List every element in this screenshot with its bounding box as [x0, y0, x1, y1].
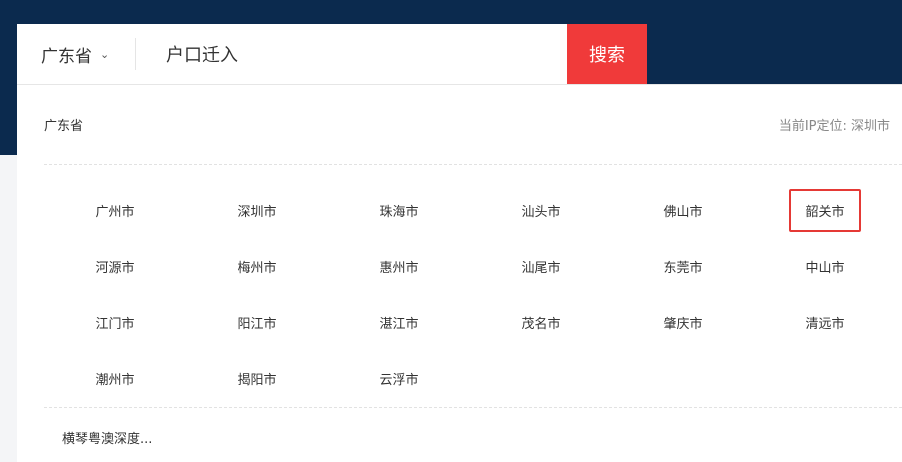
city-dropdown: 广东省 当前IP定位: 深圳市 广州市 深圳市 珠海市 汕头市 佛山市 韶关市河源市 梅州市… [17, 84, 902, 462]
divider [135, 38, 136, 70]
city-label: 湛江市 [379, 316, 419, 332]
city-label: 肇庆市 [663, 316, 703, 332]
city-item[interactable]: 中山市 [754, 238, 896, 294]
city-item[interactable]: 惠州市 [328, 238, 470, 294]
city-item[interactable]: 云浮市 [328, 350, 470, 406]
city-item[interactable]: 清远市 [754, 294, 896, 350]
city-item[interactable]: 茂名市 [470, 294, 612, 350]
city-label: 汕尾市 [521, 260, 561, 276]
city-item[interactable]: 阳江市 [186, 294, 328, 350]
city-item[interactable]: 广州市 [44, 182, 186, 238]
dropdown-header: 广东省 当前IP定位: 深圳市 [44, 85, 902, 165]
chevron-down-icon: ⌄ [100, 47, 110, 61]
search-bar: 广东省 ⌄ [17, 24, 567, 84]
search-button[interactable]: 搜索 [567, 24, 647, 84]
province-select[interactable]: 广东省 ⌄ [17, 42, 135, 67]
special-region-label: 横琴粤澳深度... [62, 432, 153, 447]
city-item[interactable]: 东莞市 [612, 238, 754, 294]
city-label: 茂名市 [521, 316, 561, 332]
city-label: 惠州市 [379, 260, 419, 276]
city-label: 揭阳市 [237, 372, 277, 388]
city-label: 东莞市 [663, 260, 703, 276]
city-label: 佛山市 [663, 204, 703, 220]
city-label: 韶关市 [789, 188, 861, 232]
city-label: 梅州市 [237, 260, 277, 276]
city-item[interactable]: 潮州市 [44, 350, 186, 406]
city-label: 江门市 [95, 316, 135, 332]
city-label: 清远市 [805, 316, 845, 332]
city-item[interactable]: 揭阳市 [186, 350, 328, 406]
ip-location: 当前IP定位: 深圳市 [778, 119, 890, 134]
province-label: 广东省 [41, 46, 92, 67]
city-item[interactable]: 韶关市 [754, 182, 896, 238]
city-label: 深圳市 [237, 204, 277, 220]
city-item[interactable]: 肇庆市 [612, 294, 754, 350]
city-label: 广州市 [95, 204, 135, 220]
city-item[interactable]: 汕头市 [470, 182, 612, 238]
special-region[interactable]: 横琴粤澳深度... [44, 407, 902, 447]
city-item[interactable]: 湛江市 [328, 294, 470, 350]
city-label: 阳江市 [237, 316, 277, 332]
city-grid: 广州市 深圳市 珠海市 汕头市 佛山市 韶关市河源市 梅州市 惠州市 汕尾市 东莞市 中山市江门市 阳… [44, 182, 896, 406]
city-item[interactable]: 梅州市 [186, 238, 328, 294]
city-item[interactable]: 汕尾市 [470, 238, 612, 294]
city-item[interactable]: 深圳市 [186, 182, 328, 238]
province-title: 广东省 [44, 119, 84, 134]
search-input[interactable] [166, 43, 546, 65]
city-label: 珠海市 [379, 204, 419, 220]
city-label: 汕头市 [521, 204, 561, 220]
city-label: 云浮市 [379, 372, 419, 388]
city-label: 潮州市 [95, 372, 135, 388]
city-label: 河源市 [95, 260, 135, 276]
city-item[interactable]: 河源市 [44, 238, 186, 294]
city-item[interactable]: 珠海市 [328, 182, 470, 238]
city-item[interactable]: 佛山市 [612, 182, 754, 238]
city-item[interactable]: 江门市 [44, 294, 186, 350]
city-label: 中山市 [805, 260, 845, 276]
